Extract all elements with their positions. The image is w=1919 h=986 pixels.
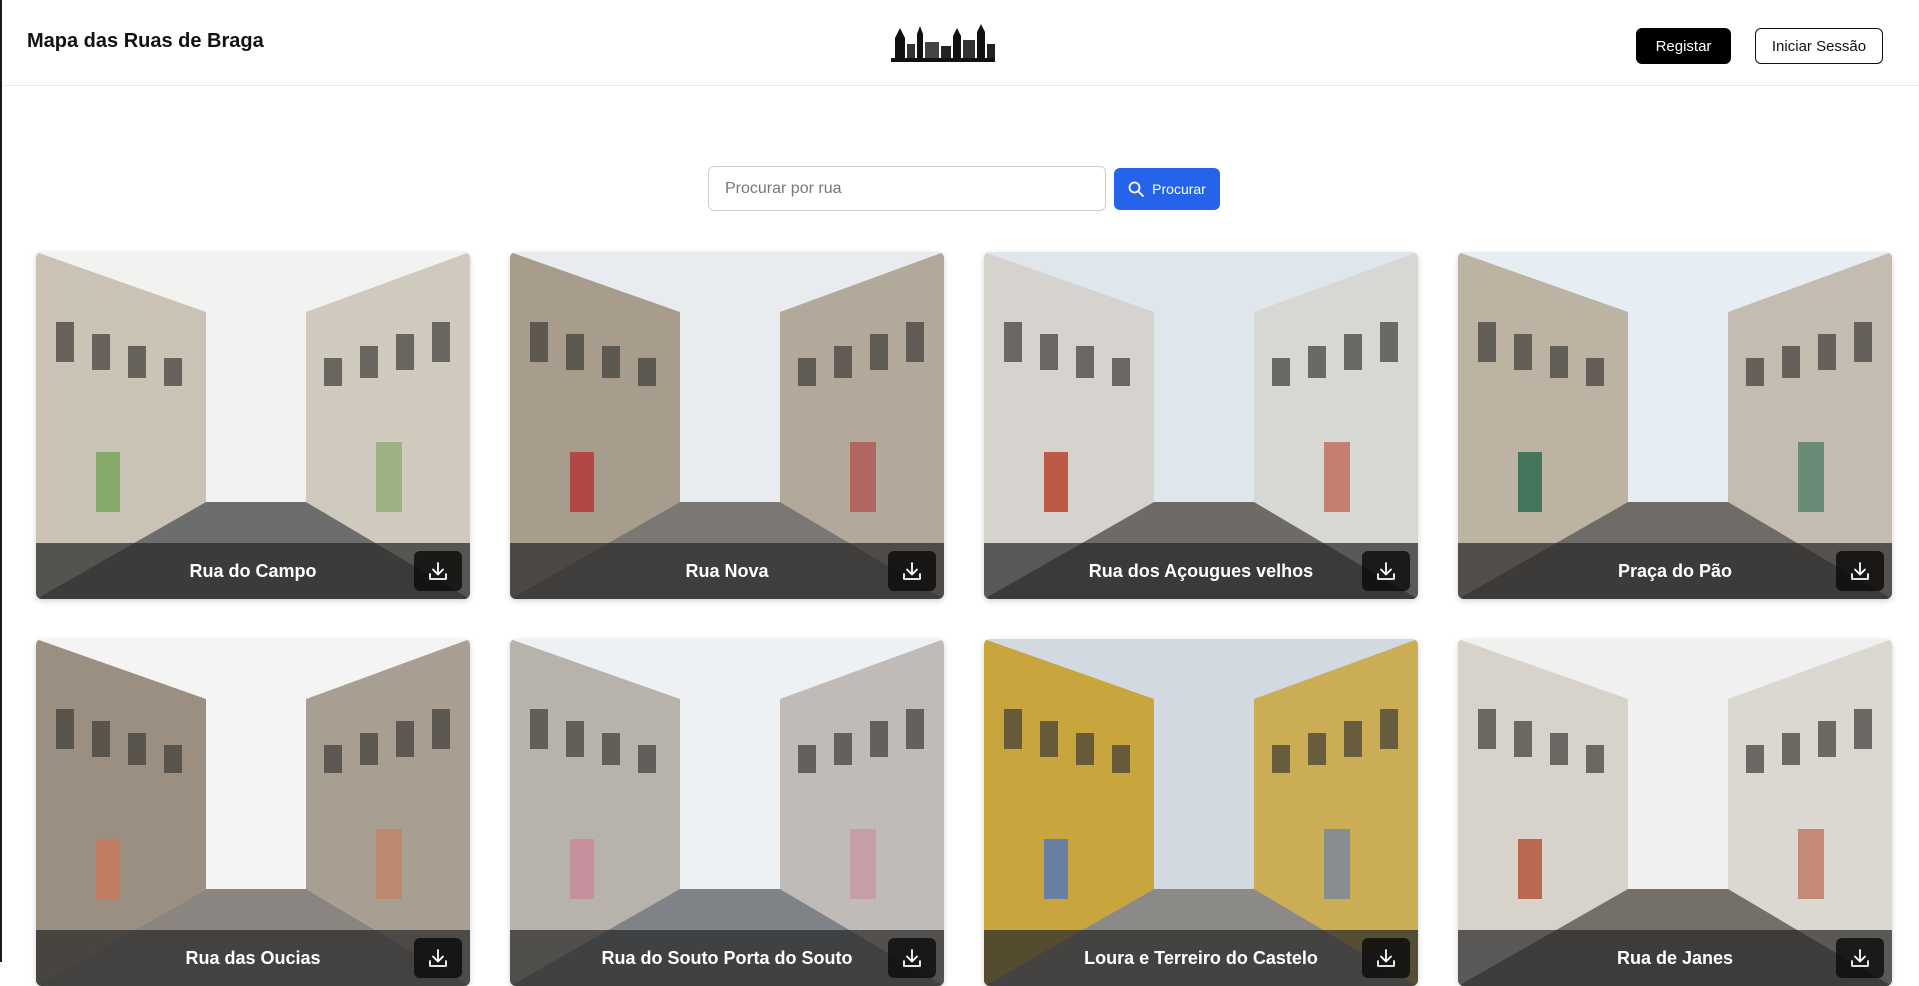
street-card[interactable]: Rua das Oucias — [36, 639, 470, 986]
app-title[interactable]: Mapa das Ruas de Braga — [27, 30, 264, 53]
download-button[interactable] — [414, 551, 462, 591]
street-card[interactable]: Loura e Terreiro do Castelo — [984, 639, 1418, 986]
download-button[interactable] — [1836, 551, 1884, 591]
download-icon — [429, 562, 447, 580]
download-button[interactable] — [888, 551, 936, 591]
download-icon — [1851, 562, 1869, 580]
download-icon — [1851, 949, 1869, 967]
download-icon — [1377, 949, 1395, 967]
street-card-title: Rua do Campo — [189, 561, 317, 581]
street-card[interactable]: Rua do Campo — [36, 252, 470, 599]
login-button[interactable]: Iniciar Sessão — [1755, 28, 1883, 64]
download-button[interactable] — [414, 938, 462, 978]
street-card[interactable]: Rua de Janes — [1458, 639, 1892, 986]
street-card-title: Rua das Oucias — [185, 948, 321, 968]
download-icon — [1377, 562, 1395, 580]
download-button[interactable] — [1362, 551, 1410, 591]
braga-skyline-logo-icon[interactable] — [891, 24, 995, 62]
search-icon — [1128, 181, 1145, 197]
street-card-title: Rua do Souto Porta do Souto — [601, 948, 853, 968]
download-button[interactable] — [1836, 938, 1884, 978]
download-button[interactable] — [1362, 938, 1410, 978]
street-card-title: Rua de Janes — [1616, 948, 1734, 968]
street-card[interactable]: Rua dos Açougues velhos — [984, 252, 1418, 599]
download-button[interactable] — [888, 938, 936, 978]
street-card-title: Rua Nova — [685, 561, 769, 581]
search-button[interactable]: Procurar — [1114, 168, 1220, 210]
street-card[interactable]: Rua Nova — [510, 252, 944, 599]
street-card-title: Loura e Terreiro do Castelo — [1084, 948, 1318, 968]
street-card[interactable]: Rua do Souto Porta do Souto — [510, 639, 944, 986]
download-icon — [903, 949, 921, 967]
download-icon — [903, 562, 921, 580]
street-card-title: Praça do Pão — [1617, 561, 1733, 581]
street-card[interactable]: Praça do Pão — [1458, 252, 1892, 599]
download-icon — [429, 949, 447, 967]
top-navbar: Mapa das Ruas de Braga Registar Iniciar … — [2, 0, 1919, 86]
street-card-title: Rua dos Açougues velhos — [1088, 561, 1314, 581]
register-button[interactable]: Registar — [1636, 28, 1731, 64]
street-search-input[interactable] — [708, 166, 1106, 211]
search-button-label: Procurar — [1152, 181, 1206, 197]
